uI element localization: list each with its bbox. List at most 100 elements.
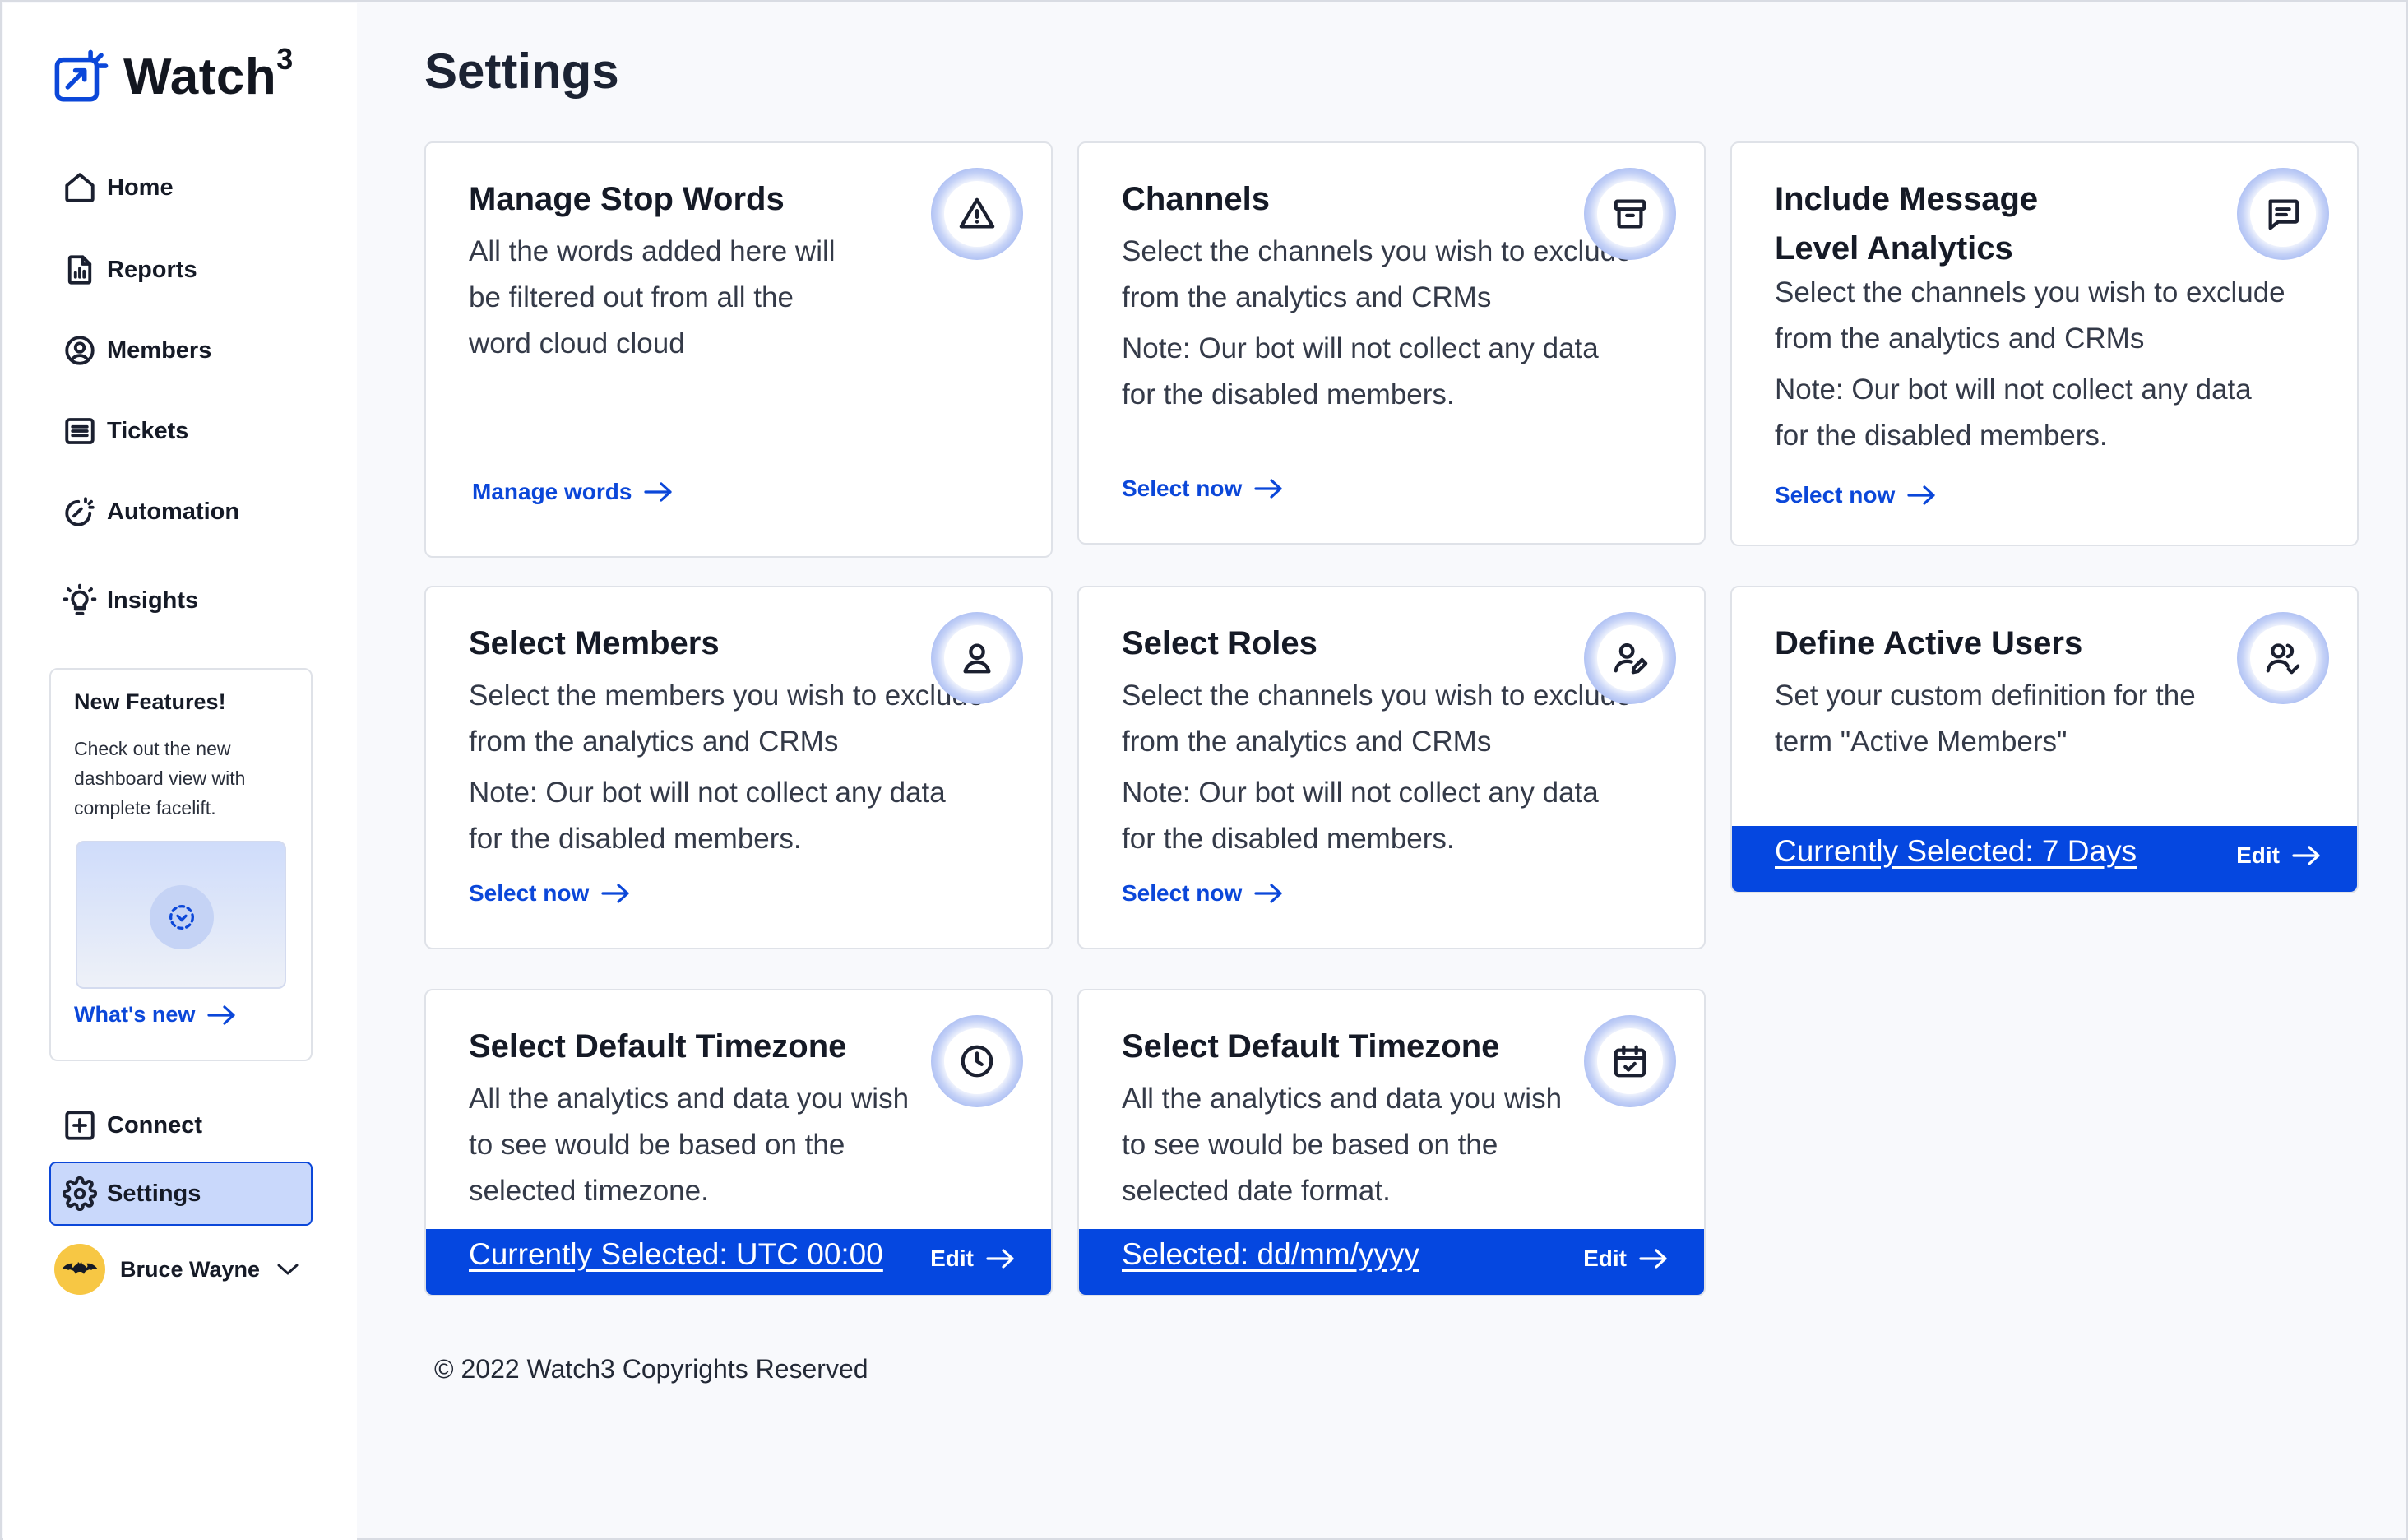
sidebar-item-label: Connect xyxy=(107,1111,202,1139)
sidebar-item-automation[interactable]: Automation xyxy=(61,489,239,535)
new-features-card: New Features! Check out the new dashboar… xyxy=(49,668,313,1061)
edit-label: Edit xyxy=(1583,1245,1627,1271)
timezone-current-value[interactable]: Currently Selected: UTC 00:00 xyxy=(469,1237,883,1272)
sidebar-item-label: Home xyxy=(107,174,174,201)
card-title: Channels xyxy=(1122,181,1271,217)
sidebar-item-home[interactable]: Home xyxy=(61,165,174,211)
date-format-current-value[interactable]: Selected: dd/mm/yyyy xyxy=(1122,1237,1419,1272)
sidebar-item-settings[interactable]: Settings xyxy=(49,1162,313,1226)
sidebar-item-label: Members xyxy=(107,336,212,364)
home-icon xyxy=(61,169,99,206)
insights-icon xyxy=(61,582,99,619)
arrow-right-icon xyxy=(207,1004,236,1025)
new-features-description: Check out the new dashboard view with co… xyxy=(74,738,246,819)
card-description: All the words added here will be filtere… xyxy=(469,235,836,359)
sidebar-item-label: Reports xyxy=(107,256,197,283)
arrow-right-icon xyxy=(644,482,673,502)
card-link-label: Select now xyxy=(1122,475,1243,501)
sidebar-item-label: Tickets xyxy=(107,417,189,444)
card-title: Select Roles xyxy=(1122,625,1317,661)
edit-timezone-button[interactable]: Edit xyxy=(930,1245,1016,1272)
select-members-link[interactable]: Select now xyxy=(469,880,632,907)
reports-icon xyxy=(61,251,99,289)
select-message-channels-link[interactable]: Select now xyxy=(1775,482,1938,508)
card-icon-badge xyxy=(1584,612,1676,704)
sidebar-item-label: Settings xyxy=(107,1180,201,1207)
tickets-icon xyxy=(61,412,99,450)
card-link-label: Manage words xyxy=(472,479,632,504)
sidebar: Watch3 Home Reports Members Tickets Auto… xyxy=(3,3,357,1540)
card-description: Select the members you wish to exclude f… xyxy=(469,680,984,758)
arrow-right-icon xyxy=(1254,479,1282,499)
app-frame: Watch3 Home Reports Members Tickets Auto… xyxy=(0,0,2408,1540)
edit-label: Edit xyxy=(930,1245,974,1271)
active-users-current-value[interactable]: Currently Selected: 7 Days xyxy=(1775,834,2137,869)
logo-icon xyxy=(54,49,109,102)
calendar-check-icon xyxy=(1614,1045,1646,1078)
edit-date-format-button[interactable]: Edit xyxy=(1583,1245,1669,1272)
card-icon-badge xyxy=(931,612,1023,704)
new-features-title: New Features! xyxy=(74,689,226,714)
archive-icon xyxy=(1614,199,1646,229)
feature-preview-image xyxy=(76,841,286,989)
settings-card-members: Select Members Select the members you wi… xyxy=(424,586,1053,949)
card-description: Select the channels you wish to exclude … xyxy=(1775,276,2285,355)
card-title: Manage Stop Words xyxy=(469,181,785,217)
arrow-right-icon xyxy=(2292,846,2320,865)
settings-card-active-users: Define Active Users Set your custom defi… xyxy=(1730,586,2359,893)
card-link-label: Select now xyxy=(1775,482,1896,508)
focus-icon xyxy=(150,885,214,949)
sidebar-item-label: Automation xyxy=(107,498,240,525)
user-icon xyxy=(963,643,991,674)
card-description: Select the channels you wish to exclude … xyxy=(1122,680,1632,758)
card-icon-badge xyxy=(2237,168,2329,260)
sidebar-item-members[interactable]: Members xyxy=(61,327,211,373)
card-title: Select Default Timezone xyxy=(469,1028,847,1065)
plus-square-icon xyxy=(61,1106,99,1144)
user-edit-icon xyxy=(1614,642,1648,675)
manage-words-link[interactable]: Manage words xyxy=(472,479,674,505)
whats-new-label: What's new xyxy=(74,1002,196,1027)
logo-text: Watch3 xyxy=(123,41,294,105)
automation-icon xyxy=(61,493,99,531)
sidebar-item-insights[interactable]: Insights xyxy=(61,578,198,624)
gear-icon xyxy=(61,1175,99,1213)
active-users-selection-bar: Currently Selected: 7 Days Edit xyxy=(1732,826,2357,892)
card-note: Note: Our bot will not collect any data … xyxy=(1122,332,1599,411)
date-format-selection-bar: Selected: dd/mm/yyyy Edit xyxy=(1079,1229,1704,1295)
clock-icon xyxy=(961,1045,993,1078)
card-description: All the analytics and data you wish to s… xyxy=(469,1083,910,1207)
card-note: Note: Our bot will not collect any data … xyxy=(1122,777,1599,855)
footer-copyright: © 2022 Watch3 Copyrights Reserved xyxy=(434,1354,868,1384)
edit-active-users-button[interactable]: Edit xyxy=(2236,842,2322,869)
card-title: Define Active Users xyxy=(1775,625,2083,661)
logo[interactable]: Watch3 xyxy=(51,41,294,107)
message-icon xyxy=(2268,199,2299,230)
bat-logo-icon xyxy=(62,1262,98,1274)
card-link-label: Select now xyxy=(469,880,590,906)
sidebar-item-tickets[interactable]: Tickets xyxy=(61,408,188,454)
card-note: Note: Our bot will not collect any data … xyxy=(1775,373,2252,452)
arrow-right-icon xyxy=(986,1249,1014,1269)
select-roles-link[interactable]: Select now xyxy=(1122,880,1285,907)
arrow-right-icon xyxy=(601,884,629,903)
card-description: All the analytics and data you wish to s… xyxy=(1122,1083,1563,1207)
whats-new-link[interactable]: What's new xyxy=(74,1002,238,1027)
edit-label: Edit xyxy=(2236,842,2280,868)
sidebar-item-connect[interactable]: Connect xyxy=(61,1102,202,1148)
settings-card-message-analytics: Include Message Level Analytics Select t… xyxy=(1730,141,2359,546)
warning-icon xyxy=(959,197,995,229)
users-check-icon xyxy=(2266,643,2300,675)
sidebar-item-settings-row: Settings xyxy=(61,1171,201,1217)
card-title: Select Default Timezone xyxy=(1122,1028,1500,1065)
settings-card-date-format: Select Default Timezone All the analytic… xyxy=(1077,989,1706,1296)
user-menu[interactable]: Bruce Wayne xyxy=(54,1244,299,1295)
card-title: Select Members xyxy=(469,625,720,661)
sidebar-item-reports[interactable]: Reports xyxy=(61,247,197,293)
card-note: Note: Our bot will not collect any data … xyxy=(469,777,946,855)
settings-card-stop-words: Manage Stop Words All the words added he… xyxy=(424,141,1053,558)
select-channels-link[interactable]: Select now xyxy=(1122,475,1285,502)
arrow-right-icon xyxy=(1254,884,1282,903)
timezone-selection-bar: Currently Selected: UTC 00:00 Edit xyxy=(426,1229,1051,1295)
chevron-down-icon xyxy=(277,1264,299,1275)
